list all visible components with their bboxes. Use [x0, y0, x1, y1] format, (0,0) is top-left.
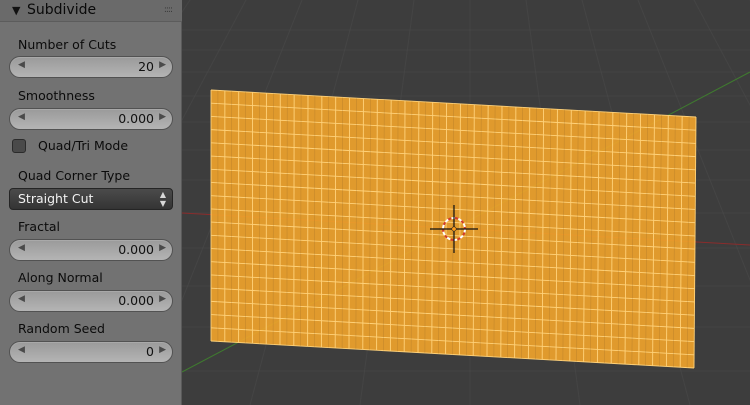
increment-arrow-icon[interactable]: ▶ [159, 60, 166, 70]
drag-grip-icon[interactable]: :::: [164, 5, 173, 15]
subdivide-operator-panel: ▼ Subdivide :::: Number of Cuts ◀ 20 ▶ S… [0, 0, 182, 405]
increment-arrow-icon[interactable]: ▶ [159, 345, 166, 355]
number-of-cuts-field[interactable]: ◀ 20 ▶ [9, 56, 173, 78]
panel-header[interactable]: ▼ Subdivide :::: [0, 0, 182, 22]
random-seed-value: 0 [146, 344, 154, 359]
smoothness-value: 0.000 [118, 111, 154, 126]
quad-corner-type-value: Straight Cut [18, 191, 94, 206]
fractal-label: Fractal [18, 219, 60, 234]
smoothness-label: Smoothness [18, 88, 95, 103]
triangle-down-icon[interactable]: ▼ [12, 4, 20, 17]
decrement-arrow-icon[interactable]: ◀ [18, 112, 25, 122]
smoothness-field[interactable]: ◀ 0.000 ▶ [9, 108, 173, 130]
along-normal-label: Along Normal [18, 270, 103, 285]
decrement-arrow-icon[interactable]: ◀ [18, 294, 25, 304]
decrement-arrow-icon[interactable]: ◀ [18, 345, 25, 355]
quad-tri-mode-checkbox[interactable] [12, 139, 26, 153]
decrement-arrow-icon[interactable]: ◀ [18, 60, 25, 70]
number-of-cuts-value: 20 [138, 59, 154, 74]
quad-corner-type-label: Quad Corner Type [18, 168, 131, 183]
increment-arrow-icon[interactable]: ▶ [159, 112, 166, 122]
panel-title: Subdivide [27, 2, 97, 18]
random-seed-field[interactable]: ◀ 0 ▶ [9, 341, 173, 363]
up-down-arrows-icon: ▲ ▼ [159, 190, 166, 208]
along-normal-field[interactable]: ◀ 0.000 ▶ [9, 290, 173, 312]
increment-arrow-icon[interactable]: ▶ [159, 243, 166, 253]
fractal-field[interactable]: ◀ 0.000 ▶ [9, 239, 173, 261]
quad-corner-type-select[interactable]: Straight Cut ▲ ▼ [9, 188, 173, 210]
along-normal-value: 0.000 [118, 293, 154, 308]
number-of-cuts-label: Number of Cuts [18, 37, 117, 52]
fractal-value: 0.000 [118, 242, 154, 257]
random-seed-label: Random Seed [18, 321, 105, 336]
increment-arrow-icon[interactable]: ▶ [159, 294, 166, 304]
quad-tri-mode-label: Quad/Tri Mode [38, 138, 129, 153]
decrement-arrow-icon[interactable]: ◀ [18, 243, 25, 253]
